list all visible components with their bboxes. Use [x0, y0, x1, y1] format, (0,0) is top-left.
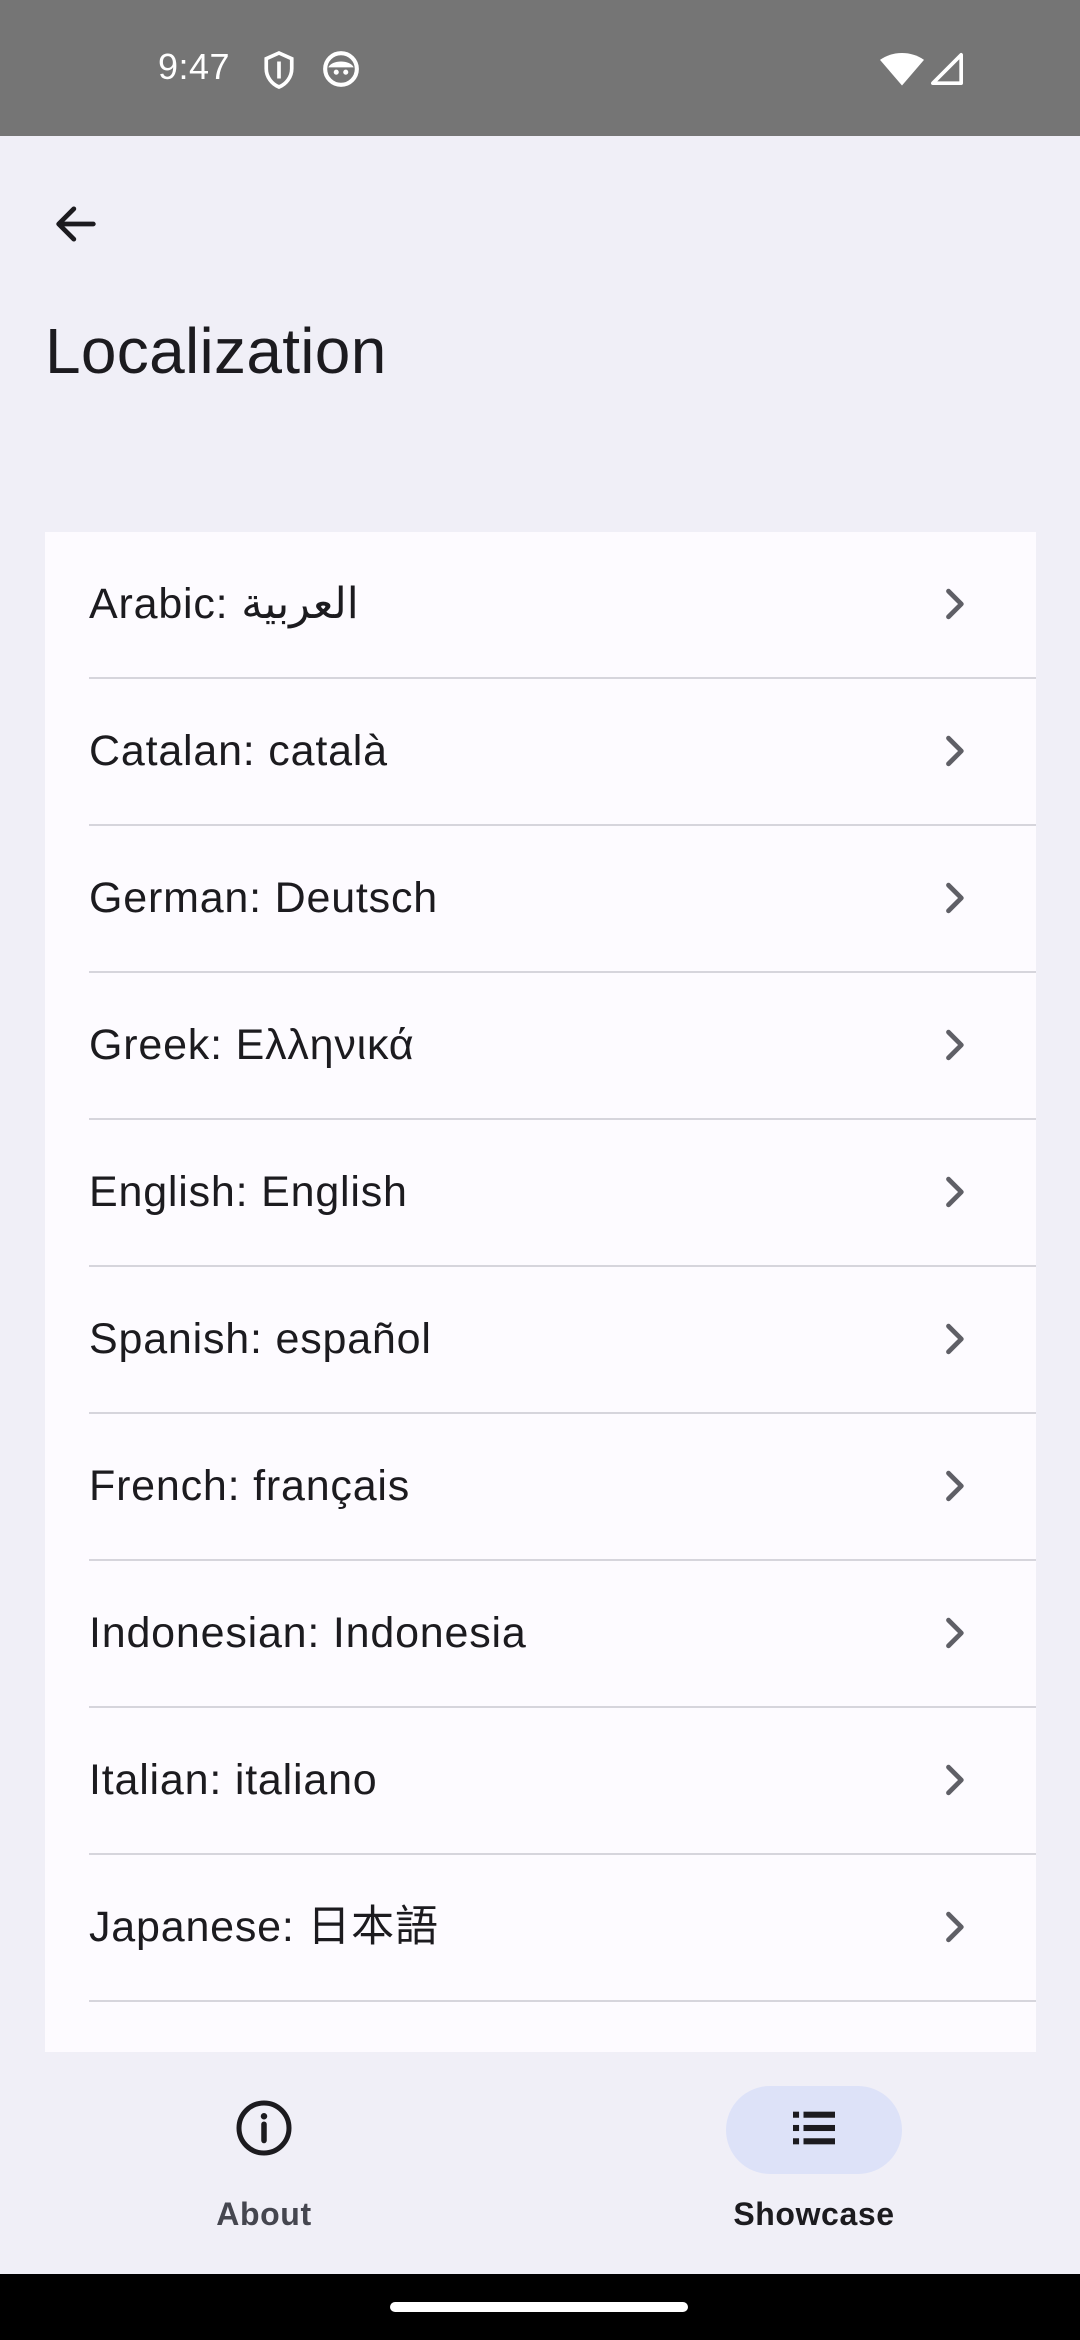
nav-pill-active [726, 2086, 902, 2174]
chevron-right-icon [932, 582, 976, 626]
back-button[interactable] [36, 186, 116, 266]
list-item-label: Japanese: 日本語 [89, 1903, 439, 1951]
list-item-label: English: English [89, 1168, 408, 1216]
home-gesture-handle[interactable] [390, 2302, 688, 2312]
chevron-right-icon [932, 876, 976, 920]
nav-pill [176, 2086, 352, 2174]
nav-label: Showcase [733, 2196, 895, 2232]
list-item-label: Spanish: español [89, 1315, 432, 1363]
list-item-label: Indonesian: Indonesia [89, 1609, 527, 1657]
chevron-right-icon [932, 1611, 976, 1655]
top-app-bar: Localization [0, 136, 1080, 446]
list-item-greek[interactable]: Greek: Ελληνικά [89, 973, 1036, 1120]
status-time: 9:47 [158, 46, 231, 87]
list-item-indonesian[interactable]: Indonesian: Indonesia [89, 1561, 1036, 1708]
chevron-right-icon [932, 1170, 976, 1214]
status-bar: 9:47 [0, 0, 1080, 136]
list-item-label: German: Deutsch [89, 874, 438, 922]
list-item-label: Italian: italiano [89, 1756, 378, 1804]
gesture-nav-area [0, 2274, 1080, 2340]
chevron-right-icon [932, 1023, 976, 1067]
shield-icon [262, 50, 296, 95]
language-list: Arabic: العربية Catalan: català German: … [45, 532, 1036, 2052]
bottom-navigation: About Showcase [0, 2052, 1080, 2274]
nav-item-about[interactable]: About [144, 2086, 384, 2246]
list-item-label: Catalan: català [89, 727, 388, 775]
list-item-catalan[interactable]: Catalan: català [89, 679, 1036, 826]
list-item-label: French: français [89, 1462, 411, 1510]
face-icon [322, 50, 360, 93]
chevron-right-icon [932, 1317, 976, 1361]
arrow-left-icon [50, 198, 102, 255]
page-title: Localization [45, 315, 387, 387]
list-item-label: Greek: Ελληνικά [89, 1021, 415, 1069]
list-item-label: Arabic: العربية [89, 580, 359, 628]
list-item-spanish[interactable]: Spanish: español [89, 1267, 1036, 1414]
chevron-right-icon [932, 1758, 976, 1802]
list-item-japanese[interactable]: Japanese: 日本語 [89, 1855, 1036, 2002]
info-icon [234, 2098, 294, 2163]
list-item-label: Korean: 한국어 [89, 2002, 379, 2052]
list-item-french[interactable]: French: français [89, 1414, 1036, 1561]
chevron-right-icon [932, 729, 976, 773]
nav-label: About [216, 2196, 312, 2232]
list-icon [786, 2100, 842, 2161]
list-item-korean[interactable]: Korean: 한국어 [89, 2002, 1036, 2052]
list-item-english[interactable]: English: English [89, 1120, 1036, 1267]
list-item-german[interactable]: German: Deutsch [89, 826, 1036, 973]
chevron-right-icon [932, 1905, 976, 1949]
wifi-icon [880, 52, 924, 91]
list-item-italian[interactable]: Italian: italiano [89, 1708, 1036, 1855]
list-item-arabic[interactable]: Arabic: العربية [89, 532, 1036, 679]
cellular-icon [930, 52, 964, 91]
chevron-right-icon [932, 1464, 976, 1508]
nav-item-showcase[interactable]: Showcase [694, 2086, 934, 2246]
